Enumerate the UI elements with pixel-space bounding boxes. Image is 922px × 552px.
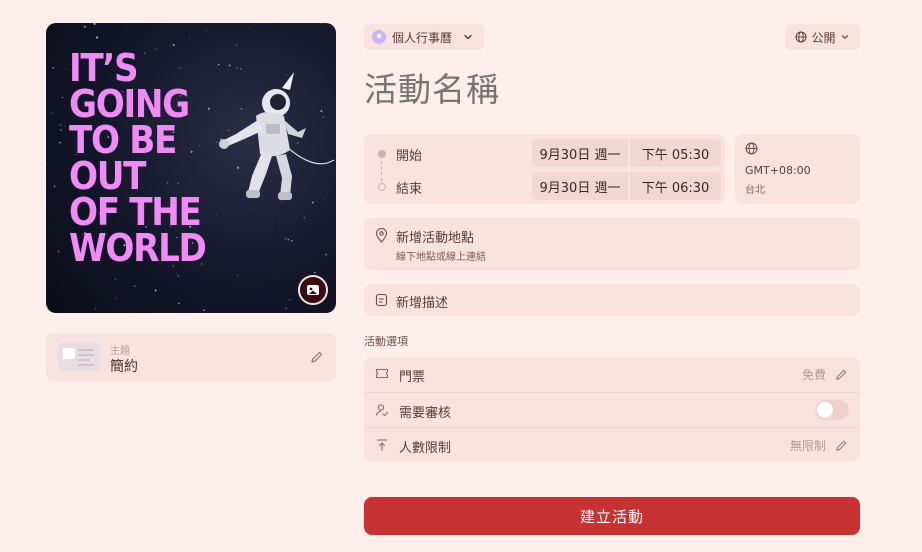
calendar-selector[interactable]: 個人行事曆: [364, 24, 485, 50]
start-time-picker[interactable]: 下午 05:30: [630, 139, 721, 167]
capacity-icon: [377, 439, 387, 452]
start-dot-icon: [378, 150, 386, 158]
capacity-option[interactable]: 人數限制 無限制: [364, 427, 860, 462]
approval-toggle[interactable]: [815, 400, 849, 420]
start-label: 開始: [396, 149, 423, 164]
cover-headline-line: IT’S: [69, 46, 139, 90]
add-description-button[interactable]: 新增描述: [364, 284, 860, 316]
add-location-button[interactable]: 新增活動地點 線下地點或線上連結: [364, 218, 860, 270]
cover-headline-line: GOING: [69, 82, 190, 126]
calendar-avatar-icon: [372, 30, 386, 44]
theme-selector[interactable]: 主題 簡約: [46, 333, 336, 381]
astronaut-illustration: [219, 72, 335, 200]
start-date-picker[interactable]: 9月30日 週一: [532, 139, 628, 167]
cover-headline-line: OF THE: [69, 190, 202, 234]
end-dot-icon: [378, 183, 386, 191]
end-time-picker[interactable]: 下午 06:30: [630, 172, 721, 200]
location-subtitle: 線下地點或線上連結: [396, 252, 486, 263]
tickets-value: 免費: [801, 368, 826, 382]
cover-headline-line: TO BE: [69, 118, 177, 162]
event-cover-image: IT’S GOING TO BE OUT OF THE WORLD: [46, 23, 336, 313]
calendar-label: 個人行事曆: [392, 30, 453, 45]
visibility-selector[interactable]: 公開: [785, 24, 860, 50]
globe-icon: [795, 31, 807, 43]
change-cover-button[interactable]: [298, 275, 328, 305]
user-check-icon: [375, 404, 389, 417]
tickets-label: 門票: [399, 370, 426, 385]
image-icon: [307, 285, 319, 295]
map-pin-icon: [375, 228, 388, 243]
document-icon: [375, 293, 388, 307]
event-name-input[interactable]: [364, 66, 860, 112]
timezone-selector[interactable]: GMT+08:00 台北: [735, 134, 860, 204]
event-datetime-card: 開始 9月30日 週一 下午 05:30 結束 9月30日 週一 下午 06:3…: [364, 134, 725, 204]
capacity-label: 人數限制: [399, 441, 452, 456]
pencil-icon[interactable]: [835, 439, 848, 452]
theme-preview-thumbnail: [58, 343, 100, 371]
end-date-picker[interactable]: 9月30日 週一: [532, 172, 628, 200]
options-heading: 活動選項: [364, 335, 408, 348]
cover-headline-line: WORLD: [69, 226, 207, 270]
cover-headline-line: OUT: [69, 154, 146, 198]
create-event-button[interactable]: 建立活動: [364, 497, 860, 535]
end-label: 結束: [396, 182, 423, 197]
tickets-option[interactable]: 門票 免費: [364, 357, 860, 392]
chevron-down-icon: [464, 34, 472, 40]
globe-icon: [745, 142, 758, 155]
timezone-offset: GMT+08:00: [745, 164, 811, 177]
approval-option[interactable]: 需要審核: [364, 392, 860, 427]
theme-label: 主題: [110, 346, 130, 357]
event-options-card: 門票 免費 需要審核 人數限制 無限制: [364, 357, 860, 461]
theme-value: 簡約: [110, 359, 138, 375]
location-title: 新增活動地點: [396, 231, 475, 246]
chevron-down-icon: [841, 35, 848, 39]
description-label: 新增描述: [396, 296, 449, 311]
pencil-icon[interactable]: [835, 368, 848, 381]
pencil-icon[interactable]: [310, 350, 324, 364]
timezone-city: 台北: [745, 185, 765, 196]
ticket-icon: [375, 368, 389, 379]
approval-label: 需要審核: [399, 406, 452, 421]
cover-headline: IT’S GOING TO BE OUT OF THE WORLD: [69, 46, 207, 270]
visibility-label: 公開: [811, 30, 836, 45]
capacity-value: 無限制: [789, 439, 826, 453]
